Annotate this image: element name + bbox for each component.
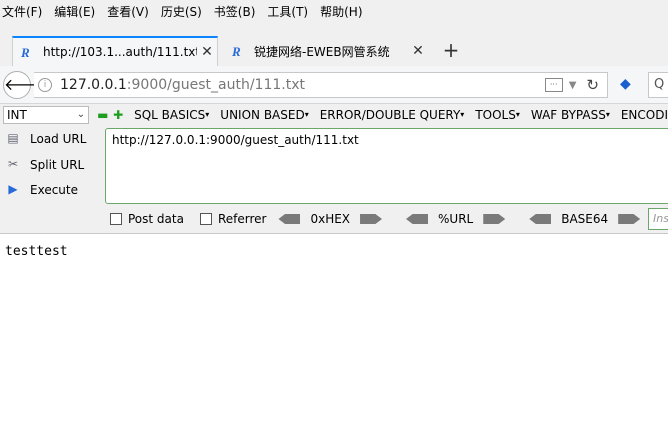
menu-edit[interactable]: 编辑(E) [54, 3, 95, 20]
post-data-checkbox[interactable]: Post data [110, 212, 184, 226]
menu-bar: 文件(F) 编辑(E) 查看(V) 历史(S) 书签(B) 工具(T) 帮助(H… [0, 0, 668, 22]
minus-icon[interactable]: ▬ [97, 109, 108, 121]
menu-sql-basics[interactable]: SQL BASICS▾ [134, 108, 209, 122]
page-actions-icon[interactable]: ··· [544, 78, 563, 92]
load-url-button[interactable]: ▤ Load URL [4, 128, 86, 150]
url-path: :9000/guest_auth/111.txt [126, 77, 305, 93]
menu-tools[interactable]: TOOLS▾ [475, 108, 520, 122]
split-url-icon: ✂ [7, 157, 19, 171]
page-text: testtest [5, 244, 68, 259]
dropdown-arrow-icon[interactable]: ▼ [569, 80, 577, 91]
encode-arrow-icon[interactable] [483, 214, 506, 224]
tab-strip: R http://103.1...auth/111.txt ✕ R 锐捷网络-E… [0, 22, 668, 66]
menu-error-double-query[interactable]: ERROR/DOUBLE QUERY▾ [320, 108, 465, 122]
reload-icon[interactable]: ↻ [586, 76, 599, 94]
navigation-bar: 🡐 i 127.0.0.1:9000/guest_auth/111.txt ··… [0, 66, 668, 104]
search-box[interactable]: Q [648, 72, 668, 98]
inspect-input[interactable]: Ins [648, 208, 668, 230]
menu-label: UNION BASED [220, 108, 305, 122]
site-favicon-icon: R [21, 45, 30, 60]
plus-icon[interactable]: ✚ [113, 109, 123, 121]
site-favicon-icon: R [232, 44, 241, 59]
menu-waf-bypass[interactable]: WAF BYPASS▾ [531, 108, 610, 122]
page-content: testtest [0, 235, 668, 446]
menu-file[interactable]: 文件(F) [2, 3, 42, 20]
hackbar-toolbar: INT ⌄ ▬ ✚ SQL BASICS▾ UNION BASED▾ ERROR… [0, 104, 668, 126]
menu-label: TOOLS [475, 108, 516, 122]
site-info-icon[interactable]: i [38, 78, 52, 92]
checkbox-label: Post data [128, 212, 184, 226]
encode-arrow-icon[interactable] [618, 214, 641, 224]
select-value: INT [7, 108, 27, 122]
close-tab-icon[interactable]: ✕ [408, 43, 428, 59]
close-tab-icon[interactable]: ✕ [197, 44, 217, 60]
action-label: Split URL [30, 158, 85, 172]
decode-arrow-icon[interactable] [278, 214, 301, 224]
checkbox-label: Referrer [217, 212, 267, 226]
load-url-icon: ▤ [7, 131, 19, 145]
address-bar[interactable]: i 127.0.0.1:9000/guest_auth/111.txt ··· … [34, 72, 608, 98]
execute-icon: ▶ [8, 182, 18, 196]
decode-arrow-icon[interactable] [406, 214, 429, 224]
referrer-checkbox[interactable]: Referrer [199, 212, 267, 226]
tab-label: http://103.1...auth/111.txt [43, 45, 197, 59]
new-tab-button[interactable]: + [440, 39, 462, 61]
chevron-down-icon: ⌄ [76, 109, 86, 120]
checkbox-box [110, 213, 122, 225]
action-label: Load URL [30, 132, 87, 146]
menu-label: SQL BASICS [134, 108, 206, 122]
hackbar-type-select[interactable]: INT ⌄ [3, 106, 90, 124]
encode-arrow-icon[interactable] [360, 214, 383, 224]
checkbox-box [199, 213, 212, 225]
menu-label: WAF BYPASS [530, 108, 606, 122]
hackbar-options: Post data Referrer 0xHEX %URL BASE64 Ins [0, 206, 668, 232]
split-url-button[interactable]: ✂ Split URL [4, 154, 84, 176]
menu-encoding[interactable]: ENCODI [621, 108, 668, 122]
menu-help[interactable]: 帮助(H) [320, 3, 362, 20]
encoder-label: BASE64 [561, 212, 609, 226]
back-button[interactable]: 🡐 [3, 71, 47, 99]
tab-active[interactable]: R http://103.1...auth/111.txt ✕ [12, 36, 218, 66]
browser-window: 文件(F) 编辑(E) 查看(V) 历史(S) 书签(B) 工具(T) 帮助(H… [0, 0, 668, 446]
hex-encoder[interactable]: 0xHEX [278, 212, 383, 226]
menu-bookmarks[interactable]: 书签(B) [214, 3, 256, 20]
menu-history[interactable]: 历史(S) [161, 3, 202, 20]
menu-view[interactable]: 查看(V) [107, 3, 149, 20]
tab-label: 锐捷网络-EWEB网管系统 [254, 44, 390, 59]
encoder-label: 0xHEX [310, 212, 351, 226]
hackbar-url-textarea[interactable]: http://127.0.0.1:9000/guest_auth/111.txt [105, 128, 668, 204]
menu-label: ERROR/DOUBLE QUERY [319, 108, 461, 122]
hackbar-panel: ▤ Load URL ✂ Split URL ▶ Execute http://… [0, 126, 668, 234]
url-encoder[interactable]: %URL [406, 212, 506, 226]
search-icon: Q [654, 77, 665, 92]
base64-encoder[interactable]: BASE64 [529, 212, 641, 226]
decode-arrow-icon[interactable] [529, 214, 552, 224]
extension-icon[interactable]: ◆ [620, 76, 638, 94]
execute-button[interactable]: ▶ Execute [4, 179, 78, 201]
url-text[interactable]: 127.0.0.1:9000/guest_auth/111.txt [60, 77, 545, 93]
encoder-label: %URL [438, 212, 474, 226]
tab-eweb[interactable]: R 锐捷网络-EWEB网管系统 ✕ [224, 36, 428, 66]
action-label: Execute [30, 183, 78, 197]
menu-tools[interactable]: 工具(T) [267, 3, 308, 20]
menu-union-based[interactable]: UNION BASED▾ [220, 108, 308, 122]
url-host: 127.0.0.1 [60, 77, 127, 93]
